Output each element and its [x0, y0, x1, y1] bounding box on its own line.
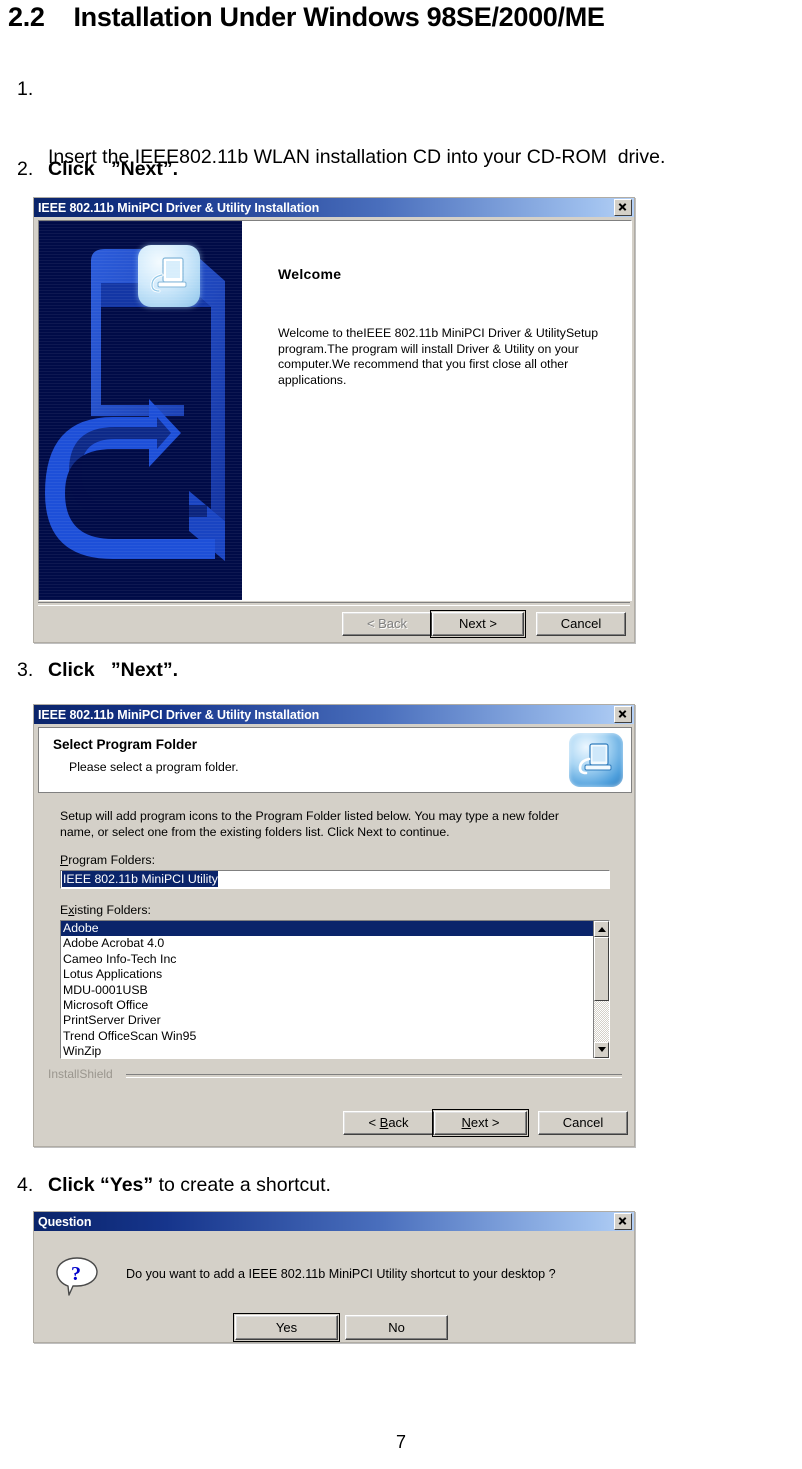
program-folders-label: Program Folders:	[60, 853, 155, 867]
list-item[interactable]: MDU-0001USB	[61, 983, 593, 998]
yes-button[interactable]: Yes	[233, 1313, 340, 1342]
folder-intro-line-2: name, or select one from the existing fo…	[60, 825, 450, 839]
list-item[interactable]: WinZip	[61, 1044, 593, 1058]
dialog-welcome-titlebar: IEEE 802.11b MiniPCI Driver & Utility In…	[34, 198, 634, 217]
installshield-label: InstallShield	[48, 1067, 117, 1081]
list-item-step-2: 2. Click ”Next”.	[8, 152, 178, 186]
divider	[38, 602, 630, 606]
welcome-body-text: Welcome to theIEEE 802.11b MiniPCI Drive…	[278, 326, 599, 387]
list-item[interactable]: Lotus Applications	[61, 967, 593, 982]
dialog-welcome-title: IEEE 802.11b MiniPCI Driver & Utility In…	[38, 200, 320, 215]
computer-setup-icon	[569, 733, 623, 787]
triangle-down-icon[interactable]	[594, 1042, 609, 1058]
folder-intro-text: Setup will add program icons to the Prog…	[60, 808, 610, 840]
dialog-question-body: ? Do you want to add a IEEE 802.11b Mini…	[34, 1231, 634, 1342]
close-icon[interactable]	[614, 1213, 632, 1230]
page-number: 7	[395, 1432, 406, 1452]
step-4-text: Click “Yes” to create a shortcut.	[48, 1168, 331, 1202]
computer-setup-icon	[138, 245, 200, 307]
list-number: 3.	[17, 659, 34, 681]
dialog-question: Question ? Do you want to add a IEEE 802…	[33, 1211, 635, 1343]
dialog-folder-header: Select Program Folder Please select a pr…	[38, 727, 632, 793]
existing-folders-label-rest: isting Folders:	[74, 903, 151, 917]
folder-intro-line-1: Setup will add program icons to the Prog…	[60, 809, 559, 823]
dialog-question-titlebar: Question	[34, 1212, 634, 1231]
question-message: Do you want to add a IEEE 802.11b MiniPC…	[126, 1267, 556, 1281]
next-button[interactable]: Next >	[430, 610, 526, 638]
dialog-folder-titlebar: IEEE 802.11b MiniPCI Driver & Utility In…	[34, 705, 634, 724]
dialog-select-program-folder: IEEE 802.11b MiniPCI Driver & Utility In…	[33, 704, 635, 1147]
program-folders-label-rest: rogram Folders:	[68, 853, 155, 867]
dialog-folder-title: IEEE 802.11b MiniPCI Driver & Utility In…	[38, 707, 320, 722]
list-number: 4.	[17, 1174, 34, 1196]
question-balloon-icon: ?	[56, 1257, 100, 1297]
next-button[interactable]: Next >	[432, 1109, 529, 1137]
listbox-scrollbar[interactable]	[593, 921, 609, 1058]
triangle-up-icon[interactable]	[594, 921, 609, 937]
welcome-pane: Welcome Welcome to theIEEE 802.11b MiniP…	[242, 221, 631, 600]
back-prefix: <	[368, 1115, 380, 1130]
installshield-branding: InstallShield	[48, 1067, 622, 1083]
step-2-text: Click ”Next”.	[48, 158, 179, 180]
list-item[interactable]: PrintServer Driver	[61, 1013, 593, 1028]
list-item[interactable]: Trend OfficeScan Win95	[61, 1029, 593, 1044]
list-item-step-3: 3. Click ”Next”.	[8, 653, 178, 687]
existing-folders-label: Existing Folders:	[60, 903, 151, 917]
no-button[interactable]: No	[345, 1315, 448, 1340]
page-title: 2.2 Installation Under Windows 98SE/2000…	[8, 2, 605, 32]
scrollbar-track[interactable]	[594, 937, 609, 1042]
list-item[interactable]: Microsoft Office	[61, 998, 593, 1013]
close-icon[interactable]	[614, 706, 632, 723]
dialog-question-title: Question	[38, 1214, 92, 1229]
next-suffix: ext >	[470, 1115, 500, 1130]
back-button[interactable]: < Back	[342, 612, 432, 636]
scrollbar-thumb[interactable]	[594, 937, 609, 1001]
program-folders-value: IEEE 802.11b MiniPCI Utility	[62, 871, 218, 887]
list-item[interactable]: Cameo Info-Tech Inc	[61, 952, 593, 967]
existing-folders-listbox[interactable]: Adobe Adobe Acrobat 4.0 Cameo Info-Tech In…	[60, 920, 610, 1059]
svg-text:?: ?	[71, 1263, 81, 1285]
list-item[interactable]: Adobe Acrobat 4.0	[61, 936, 593, 951]
existing-folders-items[interactable]: Adobe Adobe Acrobat 4.0 Cameo Info-Tech In…	[61, 921, 593, 1058]
step-3-text: Click ”Next”.	[48, 659, 179, 681]
list-item[interactable]: Adobe	[61, 921, 593, 937]
dialog-folder-content: Setup will add program icons to the Prog…	[38, 793, 632, 1105]
list-number: 2.	[17, 158, 34, 180]
header-title: Select Program Folder	[53, 737, 198, 752]
step-4-bold: Click “Yes”	[48, 1174, 154, 1196]
dialog-welcome: IEEE 802.11b MiniPCI Driver & Utility In…	[33, 197, 635, 643]
cancel-button[interactable]: Cancel	[536, 612, 626, 636]
list-item-step-4: 4. Click “Yes” to create a shortcut.	[8, 1168, 331, 1202]
dialog-folder-button-bar: < Back Next > Cancel	[38, 1105, 632, 1145]
splash-graphic	[39, 221, 242, 600]
back-suffix: ack	[388, 1115, 409, 1130]
dialog-welcome-button-bar: < Back Next > Cancel	[38, 602, 630, 640]
header-subtitle: Please select a program folder.	[69, 760, 239, 774]
dialog-welcome-body: Welcome Welcome to theIEEE 802.11b MiniP…	[38, 220, 632, 601]
welcome-heading: Welcome	[278, 266, 342, 282]
program-folders-input[interactable]: IEEE 802.11b MiniPCI Utility	[60, 870, 610, 889]
close-icon[interactable]	[614, 199, 632, 216]
cancel-button[interactable]: Cancel	[538, 1111, 628, 1135]
back-button[interactable]: < Back	[343, 1111, 434, 1135]
divider	[126, 1074, 622, 1078]
next-accel: N	[461, 1115, 471, 1130]
step-4-rest: to create a shortcut.	[153, 1174, 331, 1196]
document-page: 2.2 Installation Under Windows 98SE/2000…	[0, 0, 802, 1469]
